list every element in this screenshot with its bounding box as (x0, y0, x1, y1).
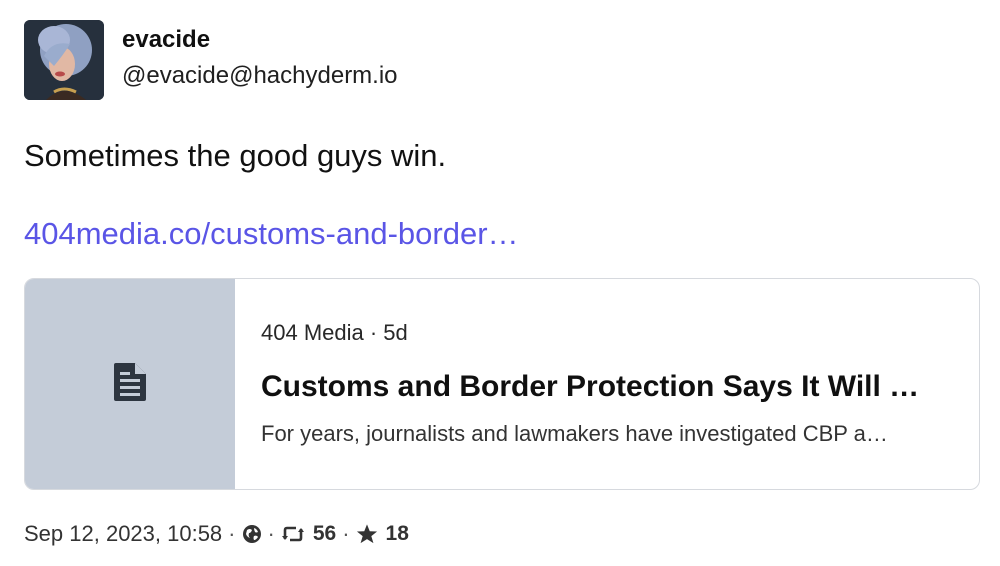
avatar-image (24, 20, 104, 100)
card-description: For years, journalists and lawmakers hav… (261, 421, 888, 446)
post-footer: Sep 12, 2023, 10:58 · · 56 · 18 (24, 518, 409, 550)
link-preview-card[interactable]: 404 Media · 5d Customs and Border Protec… (24, 278, 980, 490)
favourite-count: 18 (385, 522, 409, 545)
author-names: evacide @evacide@hachyderm.io (122, 24, 398, 92)
post-text: Sometimes the good guys win. (24, 138, 447, 173)
card-body: 404 Media · 5d Customs and Border Protec… (235, 279, 951, 489)
document-icon (114, 362, 146, 406)
card-title: Customs and Border Protection Says It Wi… (261, 370, 920, 403)
card-meta: 404 Media · 5d (261, 320, 408, 345)
boost-count: 56 (312, 522, 337, 545)
status-post: evacide @evacide@hachyderm.io Sometimes … (24, 20, 980, 490)
boost-icon[interactable] (281, 525, 305, 543)
separator: · (342, 521, 350, 546)
post-timestamp[interactable]: Sep 12, 2023, 10:58 (24, 521, 222, 547)
globe-icon (242, 524, 262, 544)
post-content: Sometimes the good guys win. 404media.co… (24, 136, 980, 254)
separator: · (228, 521, 236, 546)
post-link[interactable]: 404media.co/customs-and-border… (24, 214, 519, 254)
card-thumbnail (25, 279, 235, 489)
avatar[interactable] (24, 20, 104, 100)
star-icon[interactable] (356, 523, 378, 545)
post-header: evacide @evacide@hachyderm.io (24, 20, 980, 102)
account-handle[interactable]: @evacide@hachyderm.io (122, 60, 398, 92)
separator: · (267, 521, 275, 546)
display-name[interactable]: evacide (122, 24, 398, 56)
